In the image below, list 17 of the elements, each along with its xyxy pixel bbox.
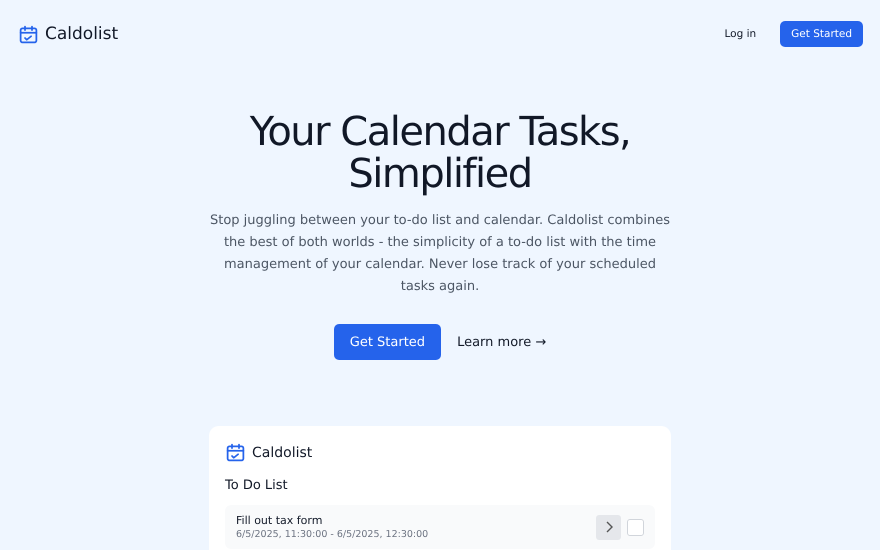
get-started-button[interactable]: Get Started: [780, 21, 863, 47]
app-name: Caldolist: [252, 444, 312, 460]
expand-button[interactable]: [596, 514, 621, 540]
list-heading: To Do List: [225, 478, 289, 493]
chevron-right-icon: [604, 521, 614, 533]
get-started-button[interactable]: Get Started: [334, 324, 442, 360]
brand-name: Caldolist: [45, 24, 118, 44]
learn-more-link[interactable]: Learn more →: [457, 334, 546, 350]
hero-description: Stop juggling between your to-do list and calendar. Caldolist combines the best of both worlds - the simplicity of a to-do list with the time management of your calendar. Never lose track of your scheduled tasks again.: [208, 212, 672, 296]
login-link[interactable]: Log in: [724, 28, 756, 40]
task-time: 6/5/2025, 11:30:00 - 6/5/2025, 12:30:00: [236, 529, 430, 540]
hero-title: Your Calendar Tasks,: [250, 111, 630, 153]
task-title: Fill out tax form: [236, 514, 324, 527]
task-checkbox[interactable]: [627, 518, 644, 536]
hero-title: Simplified: [348, 153, 532, 195]
calendar-check-icon: [225, 442, 246, 463]
calendar-check-icon: [18, 24, 39, 44]
